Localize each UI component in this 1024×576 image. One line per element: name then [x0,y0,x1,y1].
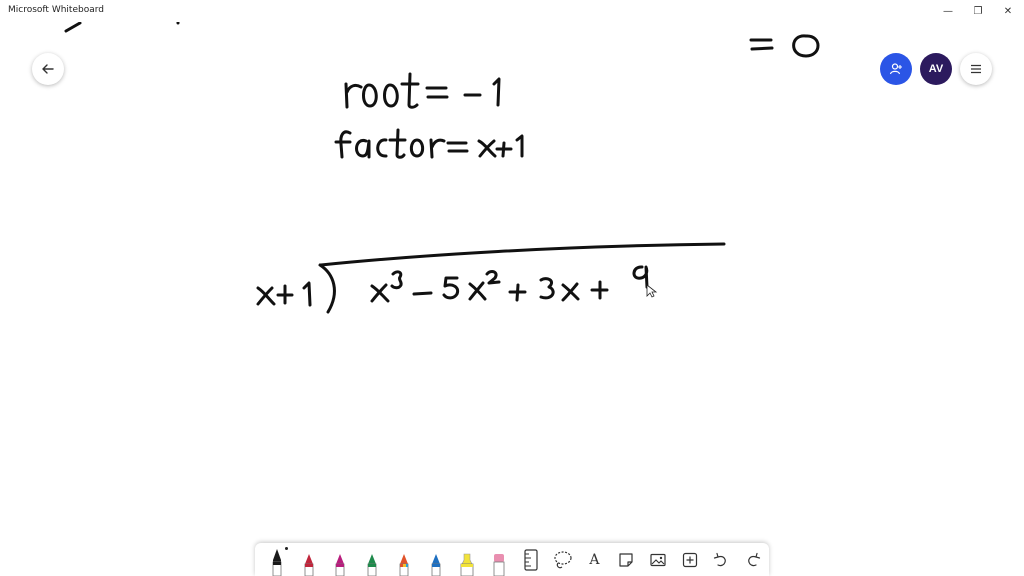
redo-button[interactable] [737,543,769,576]
title-bar: Microsoft Whiteboard — ❐ ✕ [0,0,1024,22]
settings-menu-button[interactable] [960,53,992,85]
magenta-pen-tool[interactable] [325,543,357,576]
restore-icon: ❐ [973,5,983,17]
whiteboard-canvas[interactable] [0,22,1024,576]
back-button[interactable] [32,53,64,85]
rainbow-pen-icon [399,554,409,576]
black-pen-tool[interactable] [261,543,293,576]
insert-tool[interactable] [674,543,706,576]
undo-button[interactable] [706,543,738,576]
blue-pen-icon [431,554,441,576]
app-title: Microsoft Whiteboard [8,5,104,15]
ink-division-bar [319,242,726,267]
ink-layer [64,22,820,314]
eraser-icon [493,554,505,576]
sticky-note-tool[interactable] [610,543,642,576]
ink-root-line [344,72,501,109]
image-icon [650,553,666,566]
green-pen-tool[interactable] [356,543,388,576]
close-button[interactable]: ✕ [993,0,1023,22]
ink-equals-zero [749,34,820,58]
eraser-tool[interactable] [483,543,515,576]
insert-icon [682,552,697,567]
ink-dividend [370,265,649,303]
image-tool[interactable] [642,543,674,576]
black-pen-icon [272,549,282,576]
highlighter-tool[interactable] [452,543,484,576]
avatar-initials: AV [928,63,944,75]
ink-division-bracket [318,263,336,314]
magenta-pen-icon [335,554,345,576]
undo-icon [714,552,727,566]
blue-pen-tool[interactable] [420,543,452,576]
ruler-tool[interactable] [515,543,547,576]
ink-fragment-top-left [64,22,82,33]
lasso-icon [554,550,572,568]
green-pen-icon [367,554,377,576]
invite-button[interactable] [880,53,912,85]
arrow-left-icon [42,64,54,74]
minimize-icon: — [943,5,953,17]
invite-person-icon [889,63,902,75]
rainbow-pen-tool[interactable] [388,543,420,576]
inking-toolbar: A [255,543,769,576]
ruler-icon [524,548,538,571]
lasso-tool[interactable] [547,543,579,576]
text-icon: A [589,551,600,568]
hamburger-menu-icon [971,64,981,74]
ink-factor-line [334,128,524,159]
minimize-button[interactable]: — [933,0,963,22]
mouse-cursor-icon [646,284,658,298]
redo-icon [748,552,761,566]
red-pen-icon [304,554,314,576]
text-tool[interactable]: A [579,543,611,576]
ink-divisor [256,281,312,307]
close-icon: ✕ [1003,5,1013,17]
user-avatar[interactable]: AV [920,53,952,85]
restore-button[interactable]: ❐ [963,0,993,22]
highlighter-icon [460,553,474,576]
red-pen-tool[interactable] [293,543,325,576]
sticky-note-icon [619,552,633,567]
